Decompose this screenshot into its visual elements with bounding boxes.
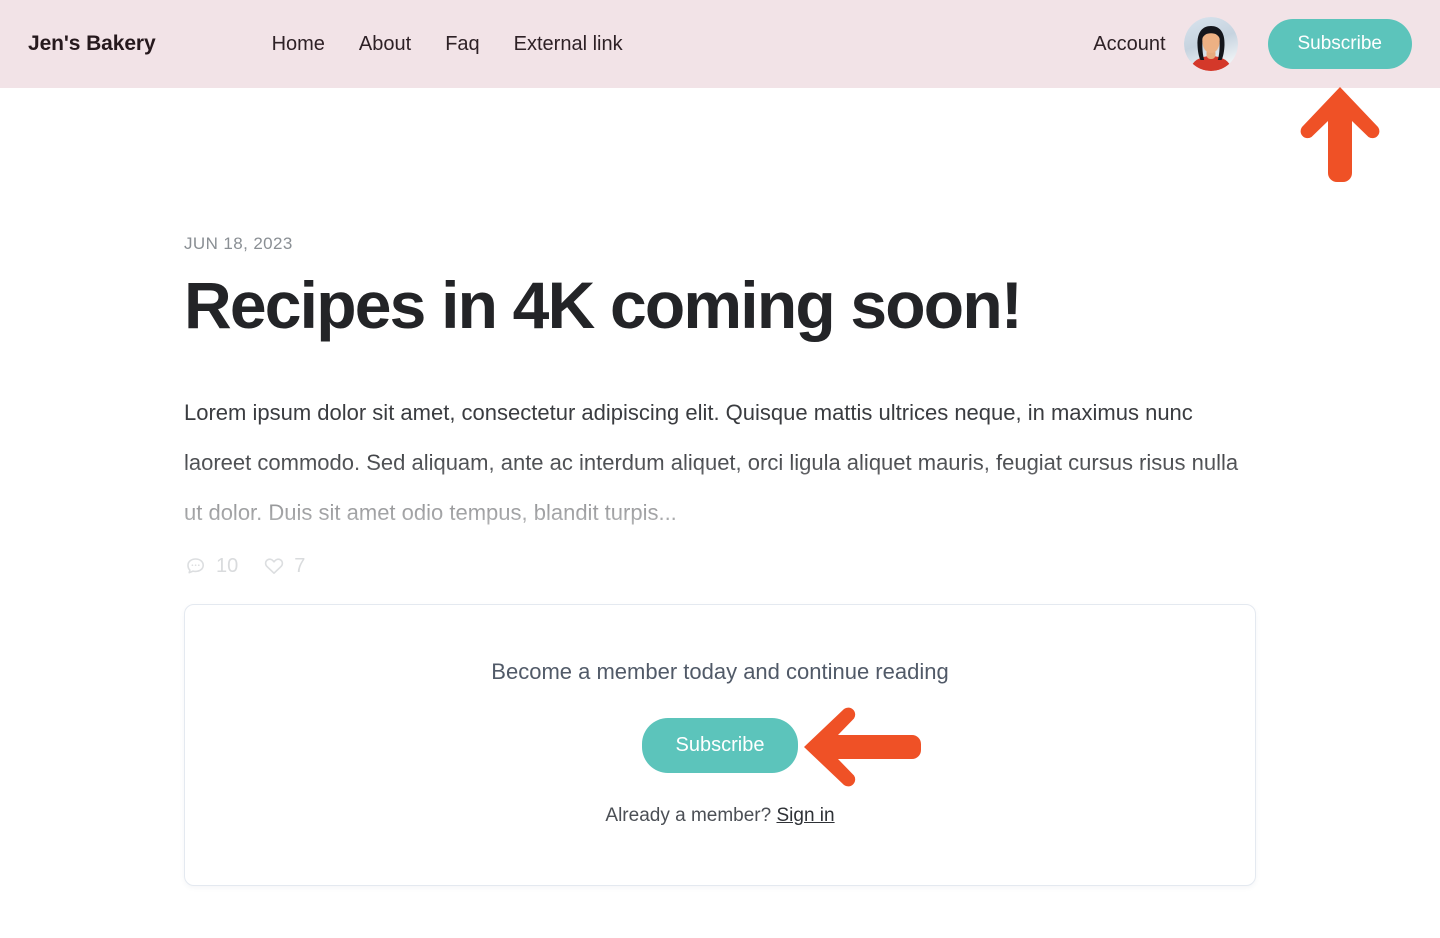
- comment-count-item[interactable]: 10: [184, 554, 238, 578]
- nav-link-faq[interactable]: Faq: [445, 33, 479, 56]
- subscribe-card-footnote: Already a member? Sign in: [605, 805, 834, 827]
- account-link[interactable]: Account: [1093, 33, 1165, 56]
- post-title: Recipes in 4K coming soon!: [184, 268, 1023, 342]
- nav-link-external[interactable]: External link: [514, 33, 623, 56]
- card-subscribe-button[interactable]: Subscribe: [641, 718, 799, 774]
- annotation-arrow-up-icon: [1298, 86, 1382, 184]
- site-header: Jen's Bakery Home About Faq External lin…: [0, 0, 1440, 88]
- already-member-label: Already a member?: [605, 805, 772, 827]
- primary-nav: Home About Faq External link: [272, 33, 623, 56]
- nav-link-about[interactable]: About: [359, 33, 411, 56]
- sign-in-link[interactable]: Sign in: [776, 805, 834, 826]
- post-excerpt: Lorem ipsum dolor sit amet, consectetur …: [184, 400, 1239, 526]
- user-avatar-illustration-icon[interactable]: [1183, 17, 1238, 71]
- post-date: JUN 18, 2023: [184, 234, 293, 253]
- header-subscribe-button[interactable]: Subscribe: [1267, 19, 1412, 69]
- heart-icon: [262, 554, 286, 578]
- like-count-label: 7: [294, 554, 306, 577]
- header-actions: Account Subscribe: [1093, 17, 1412, 71]
- subscribe-card: Become a member today and continue readi…: [184, 604, 1256, 887]
- comment-count-label: 10: [216, 554, 239, 577]
- post-meta: 10 7: [184, 554, 1256, 578]
- like-count-item[interactable]: 7: [262, 554, 305, 578]
- comment-bubble-icon: [184, 554, 208, 578]
- site-brand[interactable]: Jen's Bakery: [28, 32, 156, 56]
- nav-link-home[interactable]: Home: [272, 33, 325, 56]
- article-container: JUN 18, 2023 Recipes in 4K coming soon! …: [184, 88, 1256, 887]
- subscribe-card-heading: Become a member today and continue readi…: [491, 659, 949, 685]
